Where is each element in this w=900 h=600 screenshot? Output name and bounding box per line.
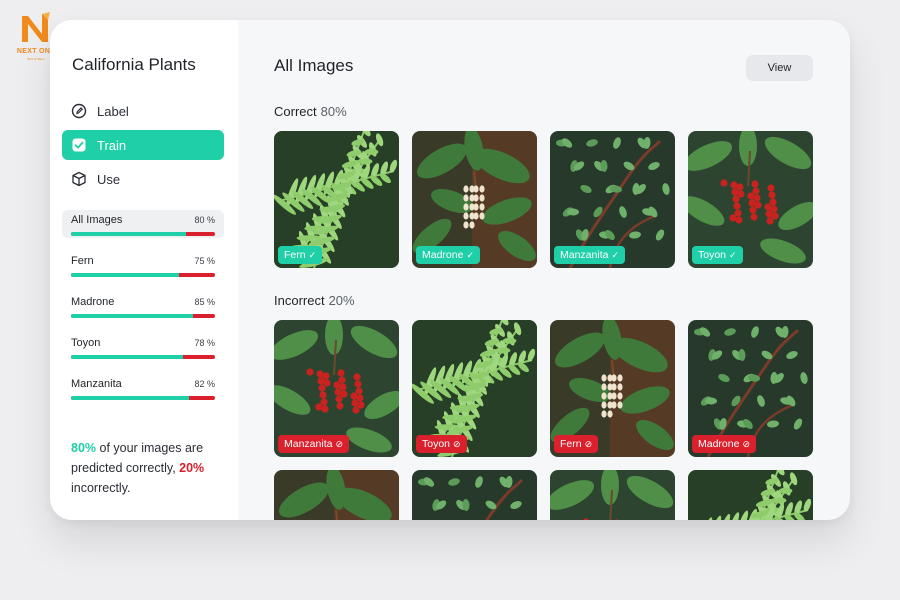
metric-name: All Images bbox=[71, 214, 123, 226]
app-window: California Plants Label Train Use All Im… bbox=[50, 20, 850, 520]
blocked-icon: ⊘ bbox=[335, 438, 343, 449]
nav-label: Use bbox=[97, 171, 121, 187]
image-tile[interactable]: Toyon ✓ bbox=[688, 131, 813, 268]
prediction-tag: Madrone ⊘ bbox=[692, 435, 756, 453]
nav-item-use[interactable]: Use bbox=[62, 164, 224, 194]
accuracy-bar bbox=[71, 396, 215, 400]
prediction-label: Manzanita bbox=[284, 438, 333, 450]
plant-photo bbox=[688, 470, 813, 520]
metric-fern[interactable]: Fern 75 % bbox=[62, 251, 224, 279]
prediction-label: Toyon bbox=[698, 249, 727, 261]
image-tile[interactable]: Fern ✓ bbox=[274, 131, 399, 268]
prediction-label: Fern bbox=[560, 438, 582, 450]
incorrect-heading-label: Incorrect bbox=[274, 293, 325, 308]
app-title: California Plants bbox=[72, 55, 196, 74]
check-icon: ✓ bbox=[611, 249, 619, 260]
metric-name: Fern bbox=[71, 255, 94, 267]
metric-name: Toyon bbox=[71, 337, 101, 349]
image-tile[interactable]: Toyon ⊘ bbox=[412, 320, 537, 457]
accuracy-bar bbox=[71, 314, 215, 318]
prediction-tag: Toyon ✓ bbox=[692, 246, 743, 264]
image-tile[interactable]: Madrone ⊘ bbox=[688, 320, 813, 457]
image-tile[interactable] bbox=[412, 470, 537, 520]
summary-incorrect-text: incorrectly. bbox=[71, 481, 131, 495]
accuracy-bar-fill bbox=[71, 273, 179, 277]
accuracy-bar bbox=[71, 355, 215, 359]
incorrect-heading: Incorrect 20% bbox=[274, 293, 355, 308]
prediction-tag: Manzanita ✓ bbox=[554, 246, 625, 264]
metric-manzanita[interactable]: Manzanita 82 % bbox=[62, 374, 224, 402]
metric-all-images[interactable]: All Images 80 % bbox=[62, 210, 224, 238]
page-title: All Images bbox=[274, 56, 354, 75]
prediction-label: Manzanita bbox=[560, 249, 609, 261]
image-tile[interactable] bbox=[274, 470, 399, 520]
prediction-tag: Fern ⊘ bbox=[554, 435, 599, 453]
prediction-tag: Madrone ✓ bbox=[416, 246, 480, 264]
image-tile[interactable]: Manzanita ⊘ bbox=[274, 320, 399, 457]
nav-item-label[interactable]: Label bbox=[62, 96, 224, 126]
metric-toyon[interactable]: Toyon 78 % bbox=[62, 333, 224, 361]
logo-mark-icon bbox=[22, 12, 50, 42]
blocked-icon: ⊘ bbox=[584, 438, 593, 449]
accuracy-bar bbox=[71, 273, 215, 277]
metric-pct: 75 % bbox=[194, 256, 215, 266]
sidebar: California Plants Label Train Use All Im… bbox=[50, 20, 238, 520]
prediction-tag: Manzanita ⊘ bbox=[278, 435, 349, 453]
prediction-tag: Fern ✓ bbox=[278, 246, 323, 264]
prediction-label: Madrone bbox=[422, 249, 464, 261]
accuracy-summary: 80% of your images are predicted correct… bbox=[71, 438, 231, 498]
check-icon: ✓ bbox=[729, 249, 737, 260]
plant-photo bbox=[412, 470, 537, 520]
metric-pct: 82 % bbox=[194, 379, 215, 389]
accuracy-bar-fill bbox=[71, 396, 190, 400]
accuracy-bar bbox=[71, 232, 215, 236]
accuracy-bar-fill bbox=[71, 232, 187, 236]
prediction-label: Madrone bbox=[698, 438, 740, 450]
metric-pct: 80 % bbox=[194, 215, 215, 225]
accuracy-bar-fill bbox=[71, 355, 184, 359]
check-icon: ✓ bbox=[466, 249, 474, 260]
blocked-icon: ⊘ bbox=[742, 438, 750, 449]
correct-heading: Correct 80% bbox=[274, 104, 347, 119]
prediction-label: Toyon bbox=[422, 438, 451, 450]
metric-name: Madrone bbox=[71, 296, 115, 308]
image-tile[interactable]: Madrone ✓ bbox=[412, 131, 537, 268]
metric-pct: 85 % bbox=[194, 297, 215, 307]
summary-correct-pct: 80% bbox=[71, 441, 97, 455]
image-tile[interactable] bbox=[550, 470, 675, 520]
nav-label: Train bbox=[97, 137, 127, 153]
blocked-icon: ⊘ bbox=[453, 438, 461, 449]
summary-incorrect-pct: 20% bbox=[179, 461, 205, 475]
prediction-label: Fern bbox=[284, 249, 306, 261]
checkbox-icon bbox=[71, 137, 87, 153]
nav-label: Label bbox=[97, 103, 129, 119]
check-icon: ✓ bbox=[308, 249, 317, 260]
prediction-tag: Toyon ⊘ bbox=[416, 435, 467, 453]
view-button[interactable]: View bbox=[746, 55, 813, 81]
correct-heading-pct: 80% bbox=[320, 104, 347, 119]
metric-name: Manzanita bbox=[71, 378, 122, 390]
nav-item-train[interactable]: Train bbox=[62, 130, 224, 160]
accuracy-bar-fill bbox=[71, 314, 194, 318]
image-tile[interactable] bbox=[688, 470, 813, 520]
plant-photo bbox=[550, 470, 675, 520]
incorrect-heading-pct: 20% bbox=[328, 293, 355, 308]
image-tile[interactable]: Manzanita ✓ bbox=[550, 131, 675, 268]
cube-icon bbox=[71, 171, 87, 187]
edit-icon bbox=[71, 103, 87, 119]
metric-pct: 78 % bbox=[194, 338, 215, 348]
plant-photo bbox=[274, 470, 399, 520]
image-tile[interactable]: Fern ⊘ bbox=[550, 320, 675, 457]
correct-heading-label: Correct bbox=[274, 104, 317, 119]
metric-madrone[interactable]: Madrone 85 % bbox=[62, 292, 224, 320]
